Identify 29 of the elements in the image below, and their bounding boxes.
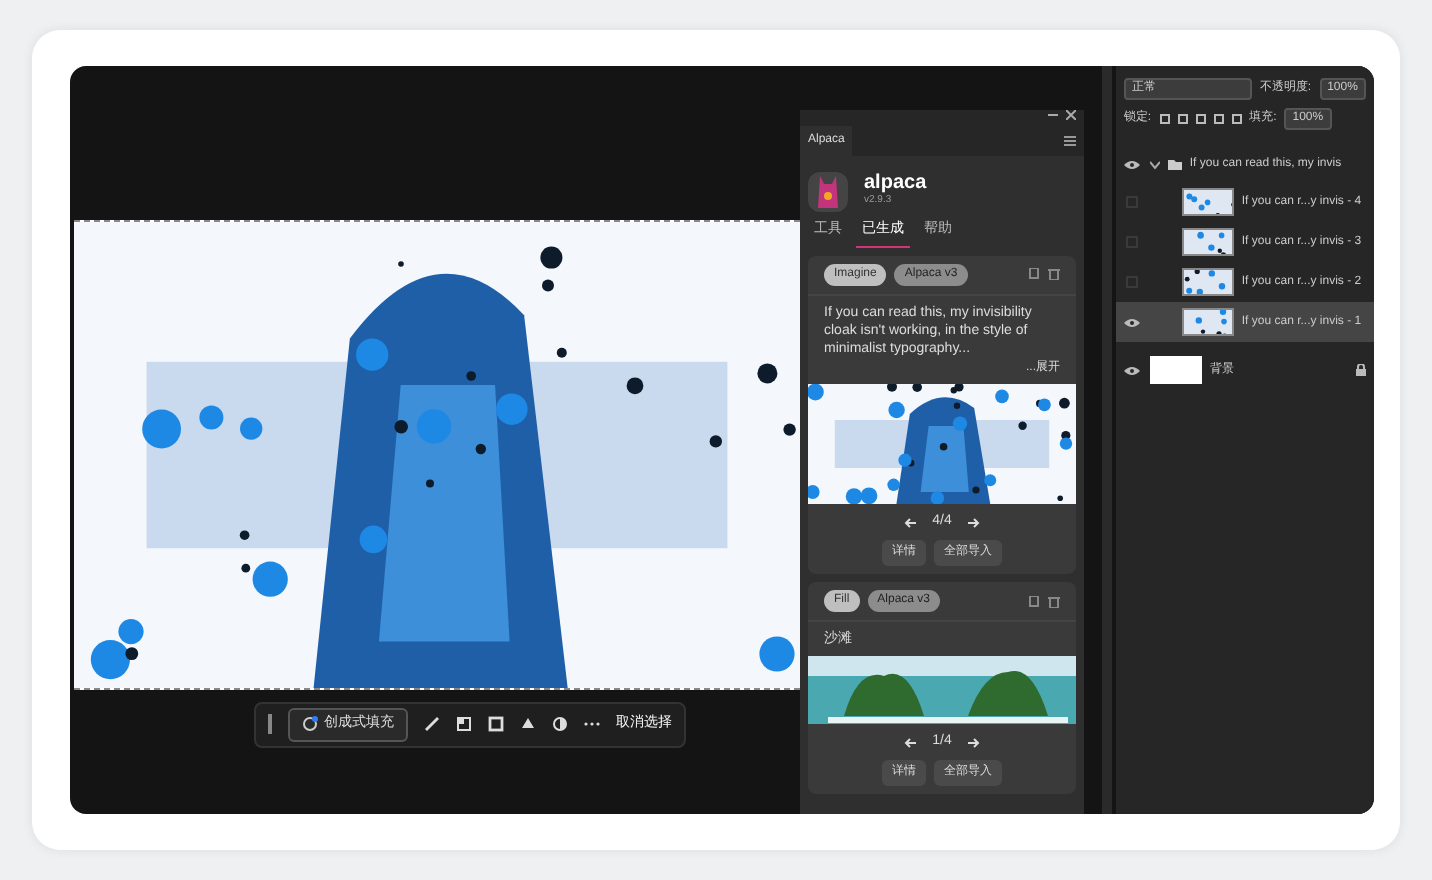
left-arrow-icon[interactable]	[904, 517, 917, 528]
copy-icon[interactable]	[1028, 595, 1040, 608]
mask-icon[interactable]	[456, 716, 472, 733]
right-arrow-icon[interactable]	[967, 737, 980, 747]
menu-icon[interactable]	[1064, 136, 1076, 146]
app-name: alpaca	[864, 174, 927, 195]
alpaca-icon	[816, 176, 840, 208]
layer-thumbnail	[1181, 308, 1234, 336]
layer-thumbnail	[1149, 356, 1202, 384]
eye-icon[interactable]	[1124, 317, 1141, 327]
folder-icon	[1167, 158, 1182, 170]
layer-thumbnail	[1181, 268, 1234, 296]
fill-icon[interactable]	[520, 716, 536, 733]
left-arrow-icon[interactable]	[904, 737, 917, 747]
caret-icon[interactable]	[1149, 159, 1160, 169]
sparkle-icon	[302, 716, 318, 733]
layer-thumbnail	[1181, 228, 1234, 256]
adjust-icon[interactable]	[552, 716, 568, 733]
scrollbar[interactable]	[1102, 66, 1112, 814]
close-icon[interactable]	[1066, 110, 1076, 120]
eye-icon[interactable]	[1124, 365, 1141, 375]
copy-icon[interactable]	[1028, 268, 1040, 280]
right-arrow-icon[interactable]	[967, 517, 980, 528]
trash-icon[interactable]	[1048, 268, 1060, 280]
collapse-icon[interactable]	[1048, 110, 1058, 120]
trash-icon[interactable]	[1048, 595, 1060, 608]
frame-icon[interactable]	[488, 716, 504, 733]
eye-icon[interactable]	[1124, 159, 1141, 169]
layer-thumbnail	[1181, 188, 1234, 216]
